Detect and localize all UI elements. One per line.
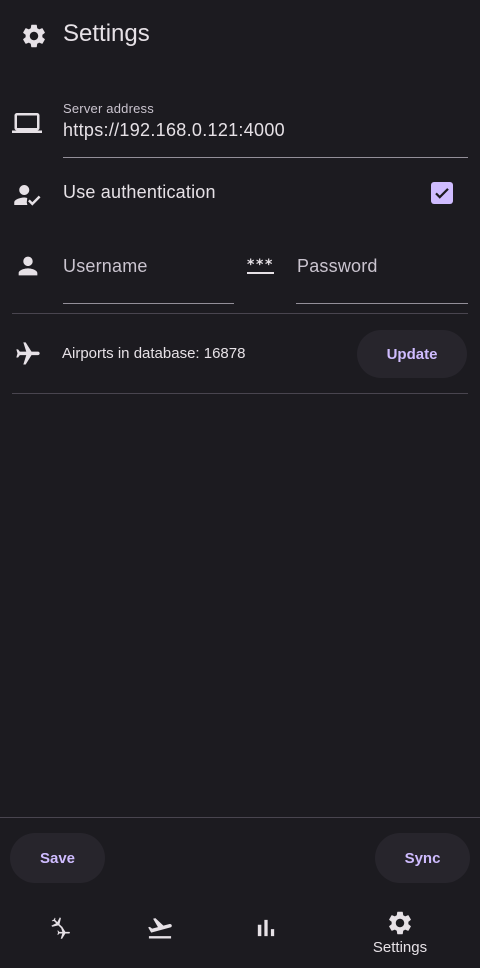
stats-icon (252, 914, 280, 942)
svg-text:*: * (256, 257, 264, 273)
password-icon: * * * (246, 254, 276, 278)
use-authentication-checkbox[interactable] (431, 182, 453, 204)
svg-text:*: * (247, 257, 255, 273)
update-airports-button[interactable]: Update (357, 330, 467, 378)
page-title: Settings (63, 20, 150, 47)
save-button[interactable]: Save (10, 833, 105, 883)
use-authentication-label: Use authentication (63, 182, 216, 202)
divider (12, 393, 468, 394)
gear-icon (386, 909, 414, 937)
gear-icon (20, 22, 48, 50)
nav-item-settings[interactable]: Settings (340, 900, 460, 968)
airports-count-label: Airports in database: 16878 (62, 345, 246, 362)
person-check-icon (13, 180, 43, 210)
divider (12, 313, 468, 314)
password-underline (296, 303, 468, 304)
username-placeholder: Username (63, 256, 148, 276)
server-address-underline (63, 157, 468, 158)
flights-icon (46, 914, 74, 942)
password-placeholder: Password (297, 256, 378, 276)
checkmark-icon (435, 188, 449, 199)
laptop-icon (12, 108, 42, 138)
nav-item-takeoff[interactable] (100, 900, 220, 968)
nav-item-stats[interactable] (206, 900, 326, 968)
svg-text:*: * (265, 257, 273, 273)
server-address-input[interactable]: https://192.168.0.121:4000 (63, 120, 285, 141)
takeoff-icon (146, 914, 174, 942)
bottom-divider (0, 817, 480, 818)
username-underline (63, 303, 234, 304)
nav-label-settings: Settings (372, 939, 428, 956)
sync-button[interactable]: Sync (375, 833, 470, 883)
server-address-label: Server address (63, 101, 154, 116)
person-icon (14, 252, 42, 280)
airplane-icon (14, 340, 42, 368)
